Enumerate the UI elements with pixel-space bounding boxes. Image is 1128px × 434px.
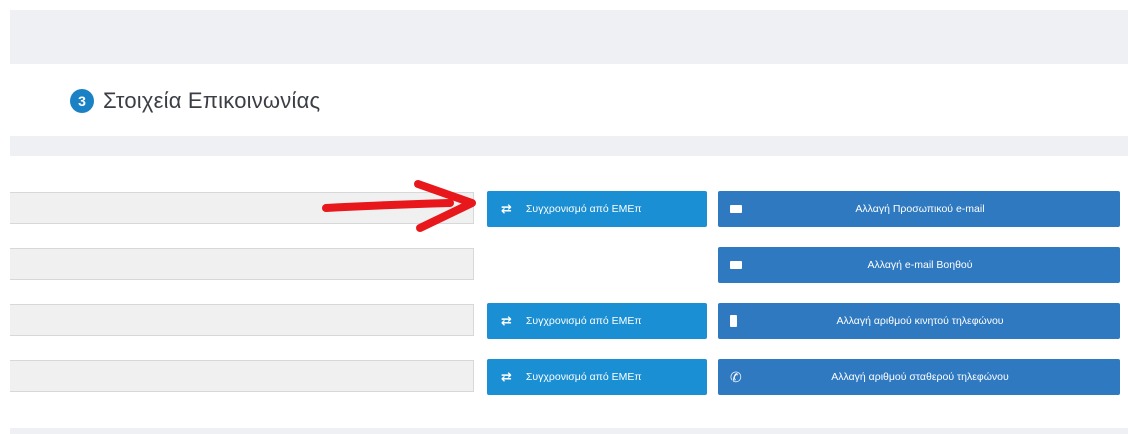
top-band [10, 10, 1128, 64]
exchange-arrows-icon: ⇄ [501, 369, 512, 384]
change-mobile-phone-label: Αλλαγή αριθμού κινητού τηλεφώνου [836, 315, 1004, 327]
sync-mobile-button[interactable]: ⇄ Συγχρονισμό από ΕΜΕπ [487, 303, 707, 339]
exchange-arrows-icon: ⇄ [501, 313, 512, 328]
red-arrow-icon [322, 180, 476, 232]
exchange-arrows-icon: ⇄ [501, 201, 512, 216]
sync-landline-button[interactable]: ⇄ Συγχρονισμό από ΕΜΕπ [487, 359, 707, 395]
change-landline-phone-label: Αλλαγή αριθμού σταθερού τηλεφώνου [831, 371, 1009, 383]
change-personal-email-label: Αλλαγή Προσωπικού e-mail [855, 203, 985, 215]
contact-details-page: 3 Στοιχεία Επικοινωνίας ⇄ Συγχρονισμό απ… [0, 0, 1128, 434]
sync-button-label: Συγχρονισμό από ΕΜΕπ [525, 203, 642, 215]
change-personal-email-button[interactable]: Αλλαγή Προσωπικού e-mail [718, 191, 1120, 227]
envelope-icon [730, 205, 742, 213]
change-mobile-phone-button[interactable]: Αλλαγή αριθμού κινητού τηλεφώνου [718, 303, 1120, 339]
change-assistant-email-label: Αλλαγή e-mail Βοηθού [867, 259, 973, 271]
section-title: 3 Στοιχεία Επικοινωνίας [70, 86, 320, 116]
assistant-email-field[interactable] [10, 248, 474, 280]
section-title-text: Στοιχεία Επικοινωνίας [103, 88, 321, 113]
sync-email-button[interactable]: ⇄ Συγχρονισμό από ΕΜΕπ [487, 191, 707, 227]
header-divider [10, 136, 1128, 156]
step-number-badge: 3 [70, 89, 94, 113]
mobile-phone-icon [730, 315, 737, 327]
mobile-phone-field[interactable] [10, 304, 474, 336]
sync-button-label: Συγχρονισμό από ΕΜΕπ [525, 371, 642, 383]
phone-icon: ✆ [730, 369, 742, 385]
landline-phone-field[interactable] [10, 360, 474, 392]
envelope-icon [730, 261, 742, 269]
sync-button-label: Συγχρονισμό από ΕΜΕπ [525, 315, 642, 327]
change-landline-phone-button[interactable]: ✆ Αλλαγή αριθμού σταθερού τηλεφώνου [718, 359, 1120, 395]
bottom-band [10, 428, 1128, 434]
change-assistant-email-button[interactable]: Αλλαγή e-mail Βοηθού [718, 247, 1120, 283]
